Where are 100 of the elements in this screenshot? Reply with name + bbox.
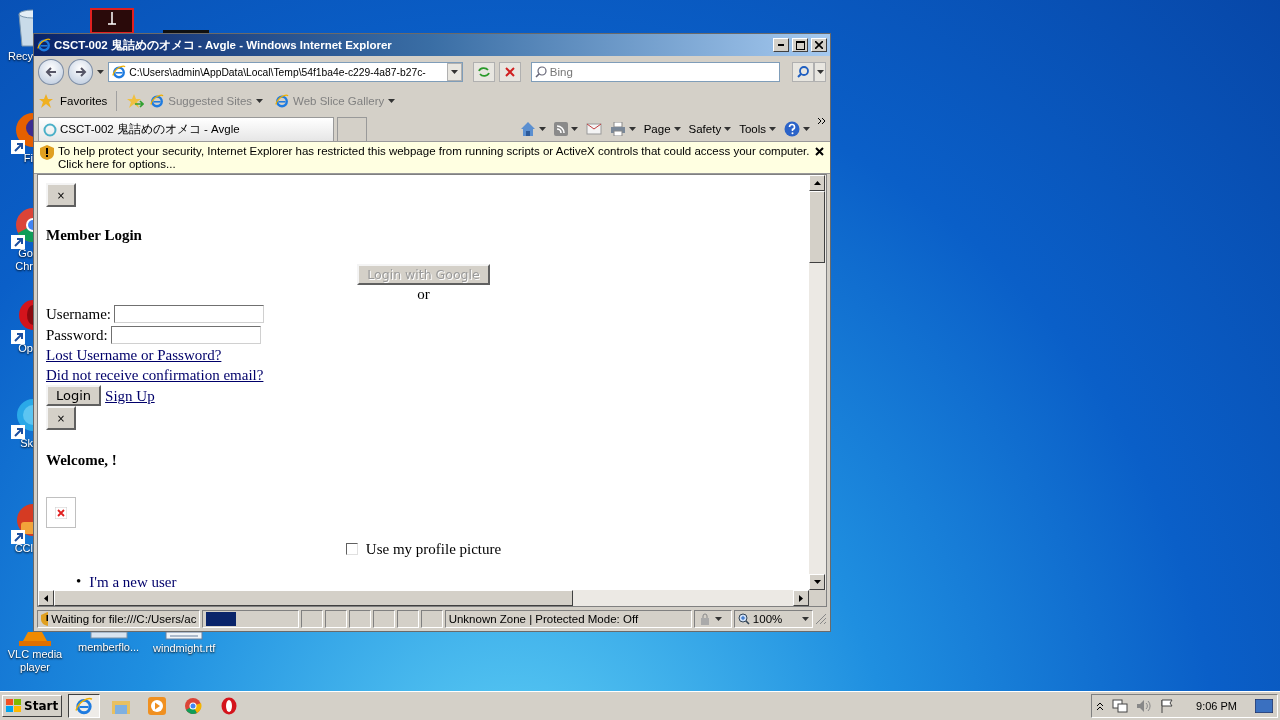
broken-image-icon bbox=[55, 506, 67, 519]
menu-button[interactable]: Safety bbox=[688, 123, 732, 135]
windows-logo-icon bbox=[6, 699, 22, 713]
login-button[interactable]: Login bbox=[46, 385, 102, 406]
scroll-right-button[interactable] bbox=[793, 590, 809, 606]
icon-label: Op bbox=[17, 342, 33, 355]
info-bar-message: To help protect your security, Internet Explorer has restricted this webpage from running scripts or ActiveX controls that could access your computer. Click here for options... bbox=[58, 145, 811, 171]
ie-icon bbox=[37, 38, 51, 52]
ie-icon bbox=[275, 94, 290, 108]
text-field[interactable] bbox=[110, 325, 261, 344]
menu-link[interactable]: I'm a new user bbox=[89, 572, 177, 590]
caret-icon bbox=[673, 127, 681, 131]
chevron-icon[interactable] bbox=[818, 117, 826, 125]
maximize-button[interactable] bbox=[792, 38, 808, 52]
scroll-thumb[interactable] bbox=[54, 590, 573, 606]
search-field[interactable]: Bing bbox=[549, 66, 780, 78]
browser-tab[interactable]: CSCT-002 鬼詰めのオメコ - Avgle bbox=[38, 117, 334, 141]
ie-icon bbox=[75, 697, 94, 715]
taskbar-app[interactable] bbox=[68, 694, 101, 718]
security-zone: Unknown Zone | Protected Mode: Off bbox=[448, 613, 639, 625]
scroll-down-button[interactable] bbox=[809, 574, 825, 590]
search-options-button[interactable] bbox=[814, 62, 826, 82]
folder-icon bbox=[112, 698, 131, 714]
info-bar[interactable]: To help protect your security, Internet Explorer has restricted this webpage from running scripts or ActiveX controls that could access your computer. Click here for options... bbox=[34, 141, 830, 174]
forward-button[interactable] bbox=[67, 59, 94, 85]
field-label: Password: bbox=[46, 325, 108, 344]
print-button[interactable] bbox=[609, 122, 636, 136]
star-icon bbox=[38, 93, 54, 109]
status-text: Waiting for file:///C:/Users/ac bbox=[51, 613, 197, 625]
shortcut-arrow-icon bbox=[11, 235, 25, 249]
maximize-icon bbox=[795, 40, 805, 50]
icon-label: Sk bbox=[19, 437, 33, 450]
favorites-button[interactable]: Favorites bbox=[60, 95, 108, 107]
feeds-button[interactable] bbox=[553, 122, 578, 136]
checkbox[interactable] bbox=[345, 543, 358, 555]
text-field[interactable] bbox=[114, 304, 264, 323]
menu-button[interactable]: Page bbox=[643, 123, 681, 135]
caret-icon bbox=[451, 70, 459, 74]
help-icon bbox=[784, 121, 800, 137]
document-icon[interactable] bbox=[164, 632, 205, 640]
flag-icon[interactable] bbox=[1160, 699, 1175, 713]
scroll-thumb[interactable] bbox=[809, 191, 825, 263]
status-pane bbox=[349, 610, 372, 628]
caret-icon bbox=[715, 617, 723, 621]
scroll-left-button[interactable] bbox=[38, 590, 54, 606]
refresh-button[interactable] bbox=[473, 62, 496, 82]
search-icon bbox=[797, 66, 810, 78]
sign-up-link[interactable]: Sign Up bbox=[105, 385, 155, 406]
icon-label: Fi bbox=[22, 152, 33, 165]
close-icon[interactable] bbox=[815, 147, 824, 156]
status-pane bbox=[373, 610, 395, 628]
ie-icon bbox=[112, 65, 127, 79]
chevron-up-icon[interactable] bbox=[1096, 701, 1105, 711]
separator-text: or bbox=[417, 285, 430, 303]
status-pane bbox=[420, 610, 443, 628]
close-button[interactable]: × bbox=[46, 183, 76, 207]
address-bar[interactable]: C:\Users\admin\AppData\Local\Temp\54f1ba4e-c229-4a87-b27c- bbox=[108, 62, 464, 82]
caret-icon bbox=[388, 99, 396, 103]
start-button[interactable]: Start bbox=[2, 695, 63, 717]
window-title: CSCT-002 鬼詰めのオメコ - Avgle - Windows Internet Explorer bbox=[54, 37, 393, 53]
network-icon[interactable] bbox=[1112, 699, 1129, 713]
clock[interactable]: 9:06 PM bbox=[1196, 700, 1237, 712]
home-button[interactable] bbox=[519, 121, 546, 137]
zoom-icon bbox=[737, 613, 750, 625]
shield-icon bbox=[40, 145, 54, 160]
menu-button[interactable]: Tools bbox=[739, 123, 776, 135]
status-pane bbox=[301, 610, 324, 628]
mail-button[interactable] bbox=[585, 123, 602, 135]
checkbox-label: Use my profile picture bbox=[365, 540, 502, 558]
close-button[interactable] bbox=[811, 38, 827, 52]
stop-button[interactable] bbox=[499, 62, 521, 82]
search-bar[interactable]: Bing bbox=[530, 62, 781, 82]
search-button[interactable] bbox=[792, 62, 815, 82]
up-arrow-icon bbox=[813, 181, 821, 185]
icon-label: Recy bbox=[6, 50, 33, 63]
caret-icon bbox=[803, 127, 810, 131]
address-dropdown-button[interactable] bbox=[447, 63, 463, 81]
home-icon bbox=[519, 121, 536, 137]
back-button[interactable] bbox=[38, 59, 64, 85]
bullet: • bbox=[76, 572, 82, 590]
loading-icon bbox=[43, 122, 57, 137]
help-button[interactable] bbox=[784, 121, 810, 137]
caret-icon bbox=[256, 99, 264, 103]
shortcut-arrow-icon bbox=[11, 530, 25, 544]
vertical-scrollbar[interactable] bbox=[809, 175, 826, 590]
link[interactable]: Lost Username or Password? bbox=[46, 347, 222, 363]
shortcut-arrow-icon bbox=[11, 140, 25, 154]
address-field[interactable]: C:\Users\admin\AppData\Local\Temp\54f1ba4e-c229-4a87-b27c- bbox=[129, 66, 445, 78]
horizontal-scrollbar[interactable] bbox=[38, 590, 809, 606]
down-arrow-icon bbox=[813, 580, 821, 584]
mail-icon bbox=[585, 123, 602, 135]
printer-icon bbox=[609, 122, 626, 136]
icon-label: Go Chr bbox=[14, 247, 33, 273]
minimize-button[interactable] bbox=[773, 38, 789, 52]
link[interactable]: Did not receive confirmation email? bbox=[46, 367, 264, 383]
chrome-icon bbox=[184, 697, 203, 715]
close-button[interactable]: × bbox=[46, 406, 76, 430]
scroll-up-button[interactable] bbox=[809, 175, 825, 191]
close-icon bbox=[815, 41, 823, 49]
resize-grip-icon[interactable] bbox=[815, 613, 827, 625]
